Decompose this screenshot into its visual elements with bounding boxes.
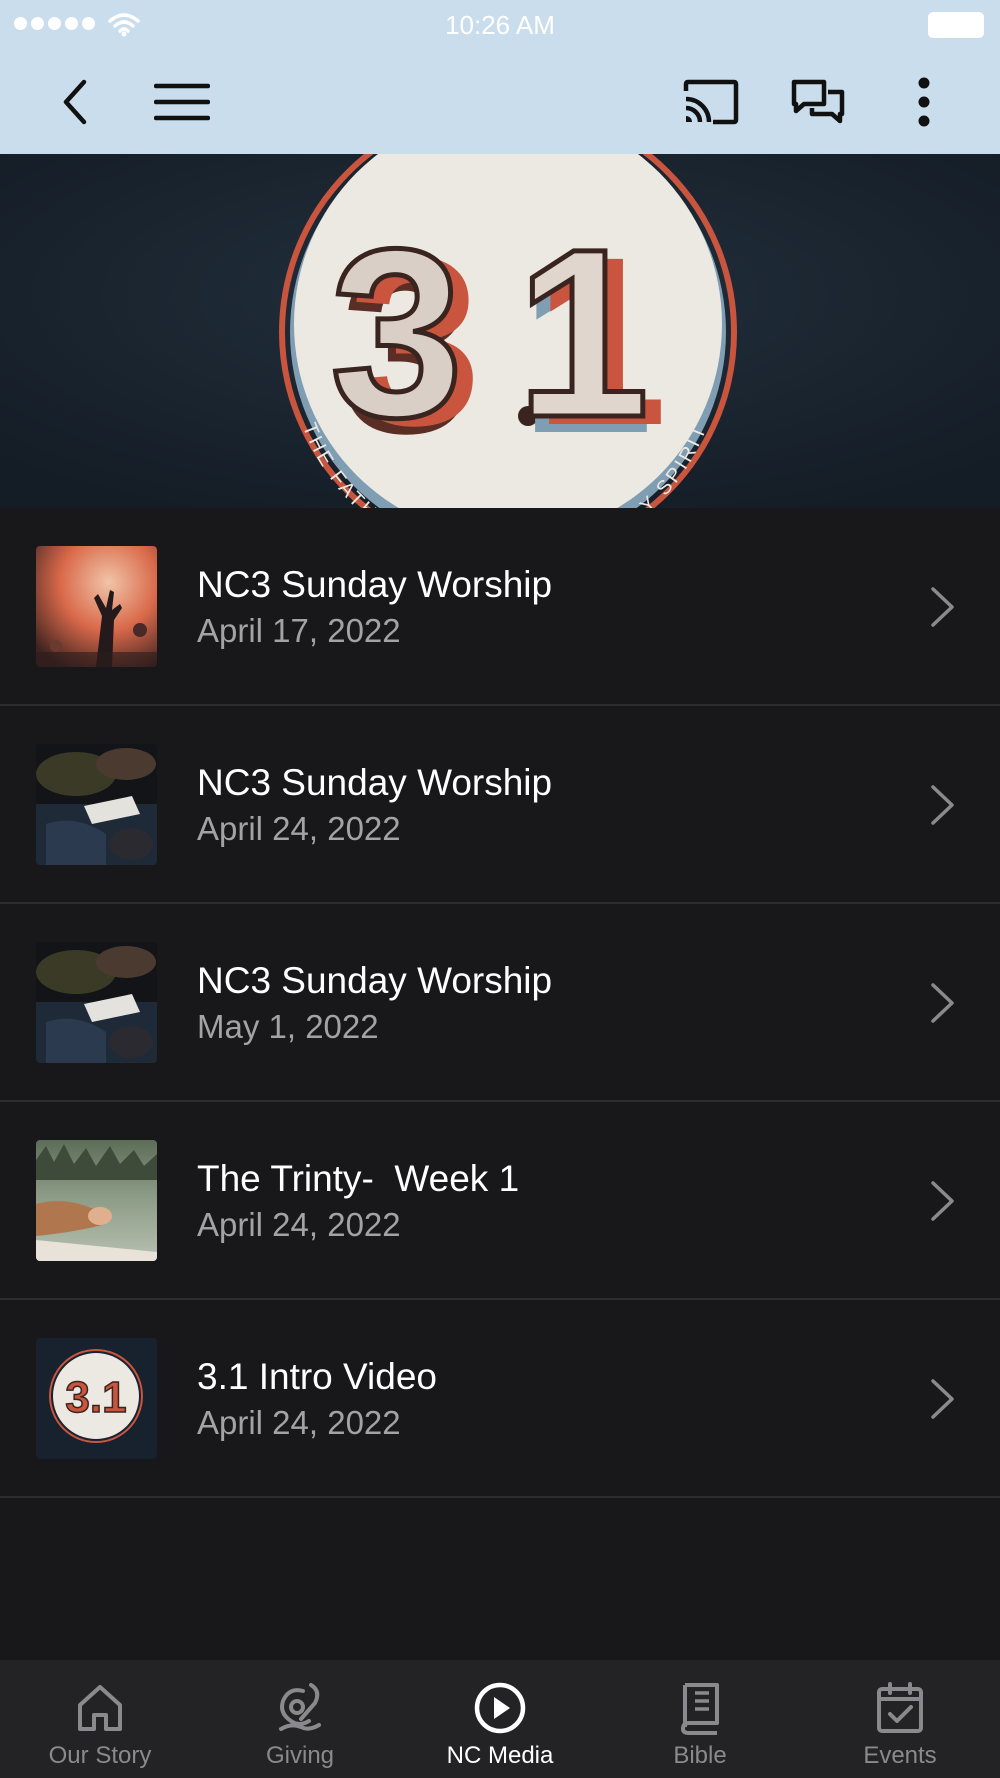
play-circle-icon (474, 1682, 526, 1734)
home-icon (78, 1685, 122, 1731)
thumb-logo-text: 3.1 (65, 1373, 126, 1422)
chevron-right-icon (931, 785, 954, 825)
list-item[interactable]: NC3 Sunday Worship April 17, 2022 (0, 508, 1000, 706)
chevron-right-icon (931, 1181, 954, 1221)
status-bar: 10:26 AM (0, 0, 1000, 50)
item-title: The Trinty- Week 1 (197, 1158, 520, 1199)
menu-icon (154, 83, 210, 121)
list-item[interactable]: The Trinty- Week 1 April 24, 2022 (0, 1102, 1000, 1300)
nav-bar (0, 50, 1000, 154)
tab-events[interactable]: Events (800, 1660, 1000, 1778)
svg-text:3: 3 (330, 199, 463, 467)
tab-label: Our Story (48, 1742, 152, 1769)
tab-bar: Our Story Giving NC Media Bible Events (0, 1660, 1000, 1778)
svg-text:1: 1 (516, 199, 649, 467)
tab-label: Events (863, 1742, 937, 1769)
back-icon (63, 79, 87, 125)
item-date: April 17, 2022 (197, 612, 401, 649)
item-date: April 24, 2022 (197, 1404, 401, 1441)
thumbnail-congregation-bible (36, 744, 157, 865)
cast-icon (683, 79, 739, 125)
list-item[interactable]: NC3 Sunday Worship April 24, 2022 (0, 706, 1000, 904)
thumbnail-worship-hands (36, 546, 157, 667)
item-date: April 24, 2022 (197, 1206, 401, 1243)
menu-button[interactable] (154, 74, 210, 130)
chat-button[interactable] (790, 74, 846, 130)
back-button[interactable] (46, 74, 102, 130)
more-vertical-icon (918, 77, 930, 127)
item-title: 3.1 Intro Video (197, 1356, 437, 1397)
chevron-right-icon (931, 1379, 954, 1419)
series-banner-art: 3 3 3 1 1 1 THE FATHER, THE SON & THE HO… (0, 154, 1000, 508)
chat-icon (791, 79, 845, 124)
thumbnail-congregation-bible (36, 942, 157, 1063)
list-item[interactable]: 3.1 3.1 Intro Video April 24, 2022 (0, 1300, 1000, 1498)
chevron-right-icon (931, 983, 954, 1023)
item-date: April 24, 2022 (197, 810, 401, 847)
battery-icon (928, 12, 984, 38)
item-date: May 1, 2022 (197, 1008, 379, 1045)
thumbnail-logo-3-1: 3.1 (36, 1338, 157, 1459)
tab-label: NC Media (446, 1742, 554, 1769)
list-item[interactable]: NC3 Sunday Worship May 1, 2022 (0, 904, 1000, 1102)
calendar-check-icon (877, 1682, 923, 1733)
tab-nc-media[interactable]: NC Media (400, 1660, 600, 1778)
tab-label: Bible (673, 1742, 727, 1769)
tab-bible[interactable]: Bible (600, 1660, 800, 1778)
item-title: NC3 Sunday Worship (197, 960, 553, 1001)
more-options-button[interactable] (896, 74, 952, 130)
series-banner: 3 3 3 1 1 1 THE FATHER, THE SON & THE HO… (0, 154, 1000, 508)
tab-our-story[interactable]: Our Story (0, 1660, 200, 1778)
thumbnail-prayer-lake (36, 1140, 157, 1261)
chevron-right-icon (931, 587, 954, 627)
giving-icon (279, 1683, 321, 1731)
media-list: NC3 Sunday Worship April 17, 2022 NC3 Su… (0, 508, 1000, 1498)
cast-button[interactable] (683, 74, 739, 130)
status-time: 10:26 AM (445, 10, 555, 40)
bible-icon (681, 1683, 719, 1735)
tab-label: Giving (265, 1742, 335, 1769)
item-title: NC3 Sunday Worship (197, 564, 553, 605)
item-title: NC3 Sunday Worship (197, 762, 553, 803)
tab-giving[interactable]: Giving (200, 1660, 400, 1778)
